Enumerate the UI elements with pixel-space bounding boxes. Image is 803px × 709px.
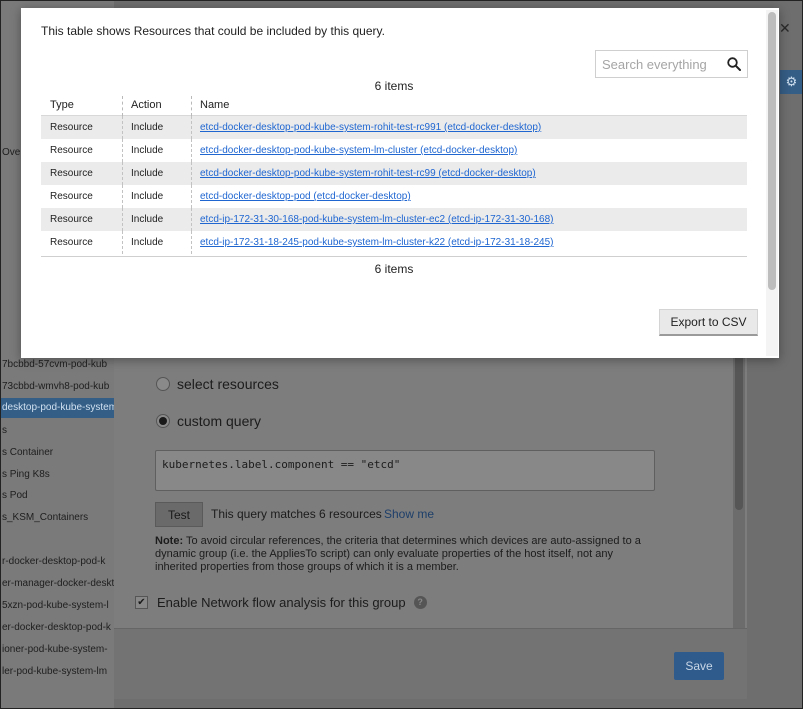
sidebar-item: ioner-pod-kube-system- [2,644,108,655]
sidebar-item: s [2,425,7,436]
cell-name: etcd-ip-172-31-18-245-pod-kube-system-lm… [191,231,747,254]
scrollbar-thumb [735,350,743,510]
help-icon: ? [413,595,427,609]
cell-name: etcd-docker-desktop-pod-kube-system-lm-c… [191,139,747,162]
sidebar-item: r-docker-desktop-pod-k [2,556,106,567]
table-row: Resource Include etcd-docker-desktop-pod… [41,139,747,162]
show-me-link: Show me [384,507,435,521]
note-label: Note: [155,535,184,547]
test-button: Test [155,502,203,527]
modal-scrollbar[interactable] [766,10,778,356]
custom-query-input: kubernetes.label.component == "etcd" [155,450,655,491]
cell-action: Include [122,208,191,231]
netflow-checkbox-row: ✔ Enable Network flow analysis for this … [135,592,427,612]
sidebar-item-selected: desktop-pod-kube-system [0,398,114,418]
radio-select-resources: select resources [156,374,279,394]
sidebar-item: 73cbbd-wmvh8-pod-kub [2,381,110,392]
resource-link[interactable]: etcd-docker-desktop-pod-kube-system-rohi… [200,122,541,133]
column-header-type[interactable]: Type [41,96,122,115]
sidebar-item: s Ping K8s [2,469,50,480]
resource-link[interactable]: etcd-ip-172-31-18-245-pod-kube-system-lm… [200,237,554,248]
netflow-label: Enable Network flow analysis for this gr… [157,594,406,610]
panel-scrollbar [733,330,745,630]
resources-table: Type Action Name Resource Include etcd-d… [41,96,747,257]
query-match-text: This query matches 6 resources [211,507,382,521]
cell-type: Resource [50,122,93,133]
column-header-name[interactable]: Name [191,96,747,116]
cell-name: etcd-docker-desktop-pod-kube-system-rohi… [191,162,747,185]
table-row: Resource Include etcd-docker-desktop-pod… [41,162,747,185]
search-icon[interactable] [727,57,741,71]
cell-type: Resource [50,237,93,248]
panel-footer [114,628,747,699]
cell-name: etcd-docker-desktop-pod (etcd-docker-des… [191,185,747,208]
table-row: Resource Include etcd-docker-desktop-pod… [41,116,747,139]
sidebar-item: s Container [2,447,54,458]
sidebar-item: 7bcbbd-57cvm-pod-kub [2,359,108,370]
export-csv-button[interactable]: Export to CSV [659,309,758,336]
cell-action: Include [122,185,191,208]
item-count-bottom: 6 items [374,262,414,276]
radio-selected-icon [156,414,170,428]
cell-name: etcd-docker-desktop-pod-kube-system-rohi… [191,116,747,139]
sidebar-item: s_KSM_Containers [2,512,89,523]
cell-action: Include [122,139,191,162]
resource-link[interactable]: etcd-docker-desktop-pod-kube-system-lm-c… [200,145,517,156]
note-text: To avoid circular references, the criter… [155,535,641,573]
resource-link[interactable]: etcd-docker-desktop-pod (etcd-docker-des… [200,191,411,202]
close-icon: ✕ [779,20,791,36]
resource-link[interactable]: etcd-docker-desktop-pod-kube-system-rohi… [200,168,536,179]
cell-type: Resource [50,191,93,202]
sidebar-item: 5xzn-pod-kube-system-l [2,600,109,611]
sidebar-item: er-manager-docker-deskt [2,578,114,589]
modal-description: This table shows Resources that could be… [41,24,385,38]
search-box [595,50,748,78]
table-divider [41,256,747,257]
search-input[interactable] [596,52,716,76]
table-row: Resource Include etcd-ip-172-31-30-168-p… [41,208,747,231]
checkmark-icon: ✔ [135,595,148,609]
item-count-top: 6 items [374,79,414,93]
cell-type: Resource [50,145,93,156]
column-header-action[interactable]: Action [122,96,191,116]
sidebar-item: ler-pod-kube-system-lm [2,666,108,677]
sidebar-item: er-docker-desktop-pod-k [2,622,111,633]
table-header: Type Action Name [41,96,747,116]
cell-action: Include [122,116,191,139]
resources-preview-modal: This table shows Resources that could be… [21,8,779,358]
cell-name: etcd-ip-172-31-30-168-pod-kube-system-lm… [191,208,747,231]
table-row: Resource Include etcd-docker-desktop-pod… [41,185,747,208]
table-row: Resource Include etcd-ip-172-31-18-245-p… [41,231,747,254]
resource-link[interactable]: etcd-ip-172-31-30-168-pod-kube-system-lm… [200,214,554,225]
sidebar-item: s Pod [2,490,28,501]
gear-icon: ⚙ [780,70,803,94]
radio-custom-label: custom query [177,413,262,429]
save-button: Save [674,652,724,680]
radio-select-label: select resources [177,376,279,392]
cell-type: Resource [50,214,93,225]
circular-reference-note: Note: To avoid circular references, the … [155,535,645,574]
cell-type: Resource [50,168,93,179]
radio-icon [156,377,170,391]
cell-action: Include [122,231,191,254]
cell-action: Include [122,162,191,185]
scrollbar-thumb[interactable] [768,12,776,290]
radio-custom-query: custom query [156,411,261,431]
